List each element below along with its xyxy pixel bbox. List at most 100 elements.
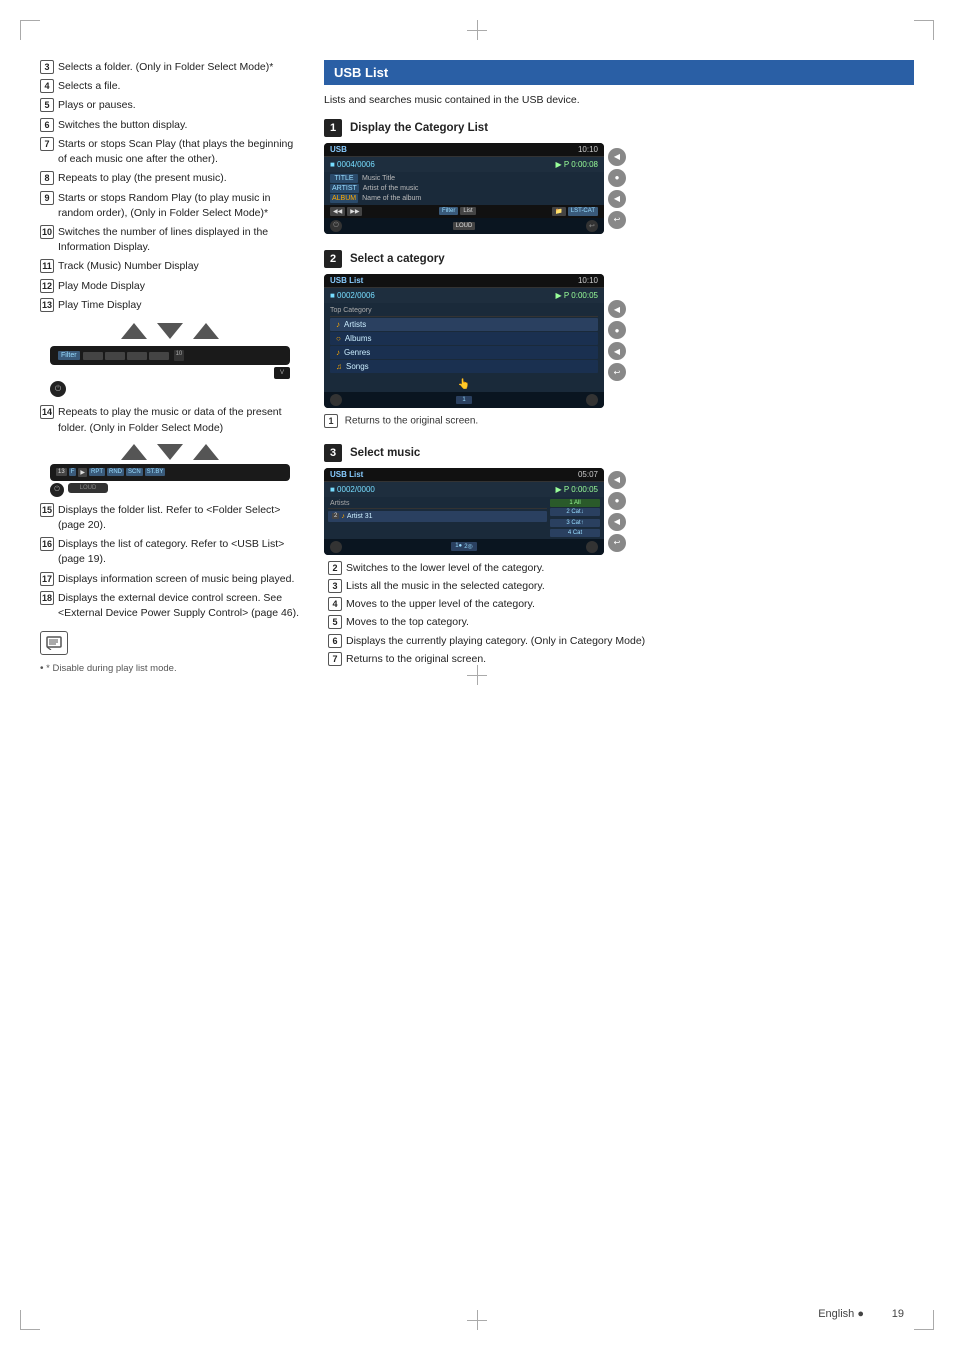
list-item-10: 10 Switches the number of lines displaye… — [40, 225, 300, 255]
btn-screen3-left-icon — [330, 541, 342, 553]
item-12-text: Play Mode Display — [58, 279, 145, 294]
item-13-text: Play Time Display — [58, 298, 141, 313]
hand-pointer: 👆 — [324, 376, 604, 392]
stdby-btn: ST.BY — [145, 468, 166, 476]
badge-14: 14 — [40, 405, 54, 419]
list-item-3: 3 Selects a folder. (Only in Folder Sele… — [40, 60, 300, 75]
step-2-header: 2 Select a category — [324, 250, 914, 268]
step-3-title: Select music — [350, 447, 420, 459]
list-item-14: 14 Repeats to play the music or data of … — [40, 405, 300, 435]
fldr-btn: F — [69, 468, 77, 476]
btn-1-indicator: 1 — [456, 396, 471, 404]
screen1-album: Name of the album — [362, 195, 421, 202]
screen1-music-title: Music Title — [362, 175, 395, 182]
sub-item-7: 7 Returns to the original screen. — [328, 652, 914, 667]
list-item-8: 8 Repeats to play (the present music). — [40, 171, 300, 186]
side3-btn-1: ◀ — [608, 471, 626, 489]
down-arrow-icon — [155, 321, 185, 341]
badge-9: 9 — [40, 191, 54, 205]
item-10-text: Switches the number of lines displayed i… — [58, 225, 300, 255]
screen1-duration: ▶ P 0:00:08 — [556, 160, 598, 169]
screen3-label: USB List — [330, 470, 363, 479]
badge-5: 5 — [40, 98, 54, 112]
scan-btn: SCN — [126, 468, 143, 476]
artists-item: ♪ Artists — [330, 318, 598, 331]
step-1-title: Display the Category List — [350, 122, 488, 134]
power-btn-icon: ⏻ — [330, 220, 342, 232]
screen3-time: 05:07 — [578, 470, 598, 479]
list-item-15: 15 Displays the folder list. Refer to <F… — [40, 503, 300, 533]
loud-label: LOUD — [453, 222, 476, 230]
item-4-text: Selects a file. — [58, 79, 120, 94]
page-language: English ● — [818, 1308, 864, 1320]
side-btn-2: ● — [608, 169, 626, 187]
step2-note: 1 Returns to the original screen. — [324, 414, 914, 428]
filter-label: Filter — [58, 351, 80, 360]
badge-17: 17 — [40, 572, 54, 586]
item-18-text: Displays the external device control scr… — [58, 591, 300, 621]
up-arrow-icon3 — [119, 442, 149, 462]
sub-item-6-text: Displays the currently playing category.… — [346, 634, 645, 649]
badge-4: 4 — [40, 79, 54, 93]
badge-11: 11 — [40, 259, 54, 273]
item-3-text: Selects a folder. (Only in Folder Select… — [58, 60, 273, 75]
list-btn: List — [460, 207, 475, 215]
sub-item-4: 4 Moves to the upper level of the catego… — [328, 597, 914, 612]
side3-btn-2: ● — [608, 492, 626, 510]
cat2-btn: 3 Cat↑ — [550, 519, 600, 527]
back-btn-icon: ↩ — [586, 220, 598, 232]
list-item-7: 7 Starts or stops Scan Play (that plays … — [40, 137, 300, 167]
item-9-text: Starts or stops Random Play (to play mus… — [58, 191, 300, 221]
sub-badge-2: 2 — [328, 561, 342, 575]
sub-item-4-text: Moves to the upper level of the category… — [346, 597, 535, 612]
screen3-progress: ▶ P 0:00:05 — [556, 485, 598, 494]
btn-screen3-right-icon — [586, 541, 598, 553]
sub-item-2: 2 Switches to the lower level of the cat… — [328, 561, 914, 576]
side-btn-1: ◀ — [608, 148, 626, 166]
item-15-text: Displays the folder list. Refer to <Fold… — [58, 503, 300, 533]
list-item-12: 12 Play Mode Display — [40, 279, 300, 294]
badge-15: 15 — [40, 503, 54, 517]
list-item-6: 6 Switches the button display. — [40, 118, 300, 133]
sub-badge-3: 3 — [328, 579, 342, 593]
btn-screen3-indicators: 1●2◎ — [451, 542, 477, 551]
screen1-artist: Artist of the music — [363, 185, 419, 192]
badge-8: 8 — [40, 171, 54, 185]
list-item-13: 13 Play Time Display — [40, 298, 300, 313]
sub-badge-7: 7 — [328, 652, 342, 666]
sub-badge-5: 5 — [328, 615, 342, 629]
folder-btn: 📁 — [552, 207, 565, 216]
item-11-text: Track (Music) Number Display — [58, 259, 199, 274]
power-button2-icon: ⏻ — [50, 483, 64, 497]
footnote: • * Disable during play list mode. — [40, 663, 300, 674]
step-2-section: 2 Select a category USB List 10:10 ■ 000… — [324, 250, 914, 428]
side2-btn-3: ◀ — [608, 342, 626, 360]
albums-item: ○ Albums — [330, 332, 598, 345]
step-3-header: 3 Select music — [324, 444, 914, 462]
usb-list-header: USB List — [324, 60, 914, 85]
list-item-16: 16 Displays the list of category. Refer … — [40, 537, 300, 567]
sub-badge-4: 4 — [328, 597, 342, 611]
badge-12: 12 — [40, 279, 54, 293]
list-items-bottom: 15 Displays the folder list. Refer to <F… — [40, 503, 300, 622]
filter-label2: Filter — [439, 207, 458, 215]
lst-cat-btn: LST-CAT — [568, 207, 598, 216]
step-2-badge: 2 — [324, 250, 342, 268]
step-1-section: 1 Display the Category List USB 10:10 ■ … — [324, 119, 914, 234]
title-btn: TITLE — [330, 174, 358, 183]
badge-6: 6 — [40, 118, 54, 132]
item-10-marker: 10 — [174, 350, 185, 361]
top-category-label: Top Category — [330, 305, 598, 317]
sub-item-3: 3 Lists all the music in the selected ca… — [328, 579, 914, 594]
side2-btn-4: ↩ — [608, 363, 626, 381]
side2-btn-1: ◀ — [608, 300, 626, 318]
step-2-title: Select a category — [350, 253, 445, 265]
side-btn-3: ◀ — [608, 190, 626, 208]
album-btn: ALBUM — [330, 194, 358, 203]
list-items-top: 3 Selects a folder. (Only in Folder Sele… — [40, 60, 300, 313]
screen1-track: ■ 0004/0006 — [330, 160, 375, 169]
artist-btn: ARTIST — [330, 184, 359, 193]
list-item-4: 4 Selects a file. — [40, 79, 300, 94]
note-svg-icon — [46, 636, 62, 650]
screen1-time: 10:10 — [578, 145, 598, 154]
